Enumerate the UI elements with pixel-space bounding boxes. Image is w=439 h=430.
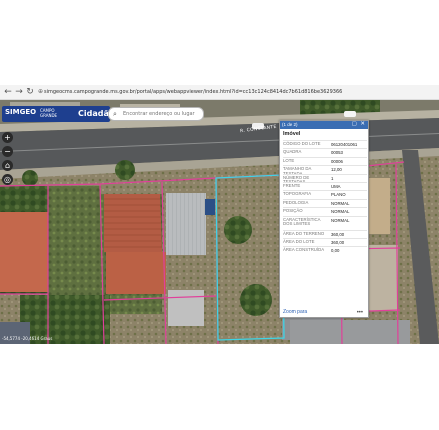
coordinates-readout: -54,5774 -20,4614 Graus — [2, 336, 53, 341]
browser-toolbar: ← → ↻ ⊕simgeocms.campogrande.ms.gov.br/p… — [0, 85, 439, 100]
shed-roof — [168, 290, 204, 326]
attribute-value: PLANO — [331, 192, 346, 198]
street-tree-2 — [22, 170, 38, 186]
attribute-value: 00006 — [331, 158, 343, 164]
attribute-value: 1 — [331, 175, 334, 181]
attribute-value: 0,00 — [331, 248, 340, 254]
blue-vehicle — [205, 199, 215, 215]
attribute-row: QUADRA 00053 — [283, 148, 367, 156]
attribute-key: PEDOLOGIA — [283, 199, 309, 205]
house-west — [0, 212, 48, 292]
locate-icon: ◎ — [4, 175, 11, 184]
attribute-key: ÁREA DO TERRENO — [283, 230, 325, 236]
attribute-key: CARACTERÍSTICA DOS LIMITES — [283, 216, 321, 227]
attribute-value: 06120401061 — [331, 142, 358, 147]
attribute-row: ÁREA DO TERRENO 360,00 — [283, 229, 367, 238]
attribute-row: ÁREA CONSTRUÍDA 0,00 — [283, 246, 367, 254]
feature-popup: (1 de 2) ▢ ✕ Imóvel CÓDIGO DO LOTE 061204… — [279, 120, 369, 318]
zoom-in-button[interactable]: + — [2, 132, 13, 143]
attribute-value: NORMAL — [331, 217, 350, 223]
lot-tree-2 — [240, 284, 272, 316]
more-actions-icon[interactable]: ••• — [357, 310, 363, 316]
map-footer: -54,5774 -20,4614 Graus — [0, 333, 439, 344]
zoom-out-button[interactable]: − — [2, 146, 13, 157]
attribute-value: NORMAL — [331, 209, 350, 215]
attribute-key: QUADRA — [283, 149, 302, 155]
attribute-key: LOTE — [283, 157, 295, 163]
search-icon[interactable]: ⌕ — [113, 108, 117, 120]
attribute-value: NORMAL — [331, 200, 350, 206]
popup-title: Imóvel — [283, 131, 301, 137]
attribute-key: POSIÇÃO — [283, 208, 303, 214]
house-roof-1 — [104, 194, 162, 252]
webapp-viewer: R. CONSTANTE SIMGEO CAMPO GRANDE Cidadão… — [0, 100, 439, 344]
map-canvas[interactable] — [0, 100, 439, 344]
attribute-row: LOTE 00006 — [283, 156, 367, 165]
attribute-row: ÁREA DO LOTE 360,00 — [283, 237, 367, 246]
attribute-row: TOPOGRAFIA PLANO — [283, 190, 367, 198]
reload-icon[interactable]: ↻ — [24, 86, 36, 98]
logo-text: SIMGEO — [5, 108, 37, 116]
attribute-row: TAMANHO DA TESTADA 12,00 — [283, 165, 367, 176]
attribute-value: UMA — [331, 183, 341, 189]
popup-header: (1 de 2) ▢ ✕ — [280, 121, 368, 129]
attribute-value: 360,00 — [331, 231, 345, 237]
attribute-key: ÁREA CONSTRUÍDA — [283, 247, 325, 253]
search-box[interactable]: ⌕ — [108, 107, 204, 121]
popup-window-controls[interactable]: ▢ ✕ — [352, 121, 366, 127]
home-icon: ⌂ — [4, 161, 11, 170]
address-bar[interactable]: ⊕simgeocms.campogrande.ms.gov.br/portal/… — [38, 87, 434, 97]
search-input[interactable] — [123, 109, 199, 118]
attribute-key: ÁREA DO LOTE — [283, 238, 315, 244]
attribute-row: POSIÇÃO NORMAL — [283, 207, 367, 215]
logo: SIMGEO CAMPO GRANDE Cidadão — [2, 106, 114, 122]
popup-pager[interactable]: (1 de 2) — [282, 122, 298, 127]
home-button[interactable]: ⌂ — [2, 160, 13, 171]
attribute-value: 00053 — [331, 150, 343, 156]
logo-sub: CAMPO GRANDE — [40, 108, 58, 118]
attribute-value: 360,00 — [331, 239, 345, 245]
metal-roof — [166, 193, 206, 255]
attribute-row: NÚMERO DE TESTADAS 1 — [283, 173, 367, 184]
attribute-table: CÓDIGO DO LOTE 06120401061 QUADRA 00053 LOTE… — [283, 140, 367, 255]
url-text: simgeocms.campogrande.ms.gov.br/portal/a… — [44, 89, 343, 95]
attribute-key: FRENTE — [283, 182, 301, 188]
attribute-key: TOPOGRAFIA — [283, 191, 312, 197]
house-right — [366, 178, 390, 234]
attribute-row: CÓDIGO DO LOTE 06120401061 — [283, 140, 367, 148]
attribute-row: PEDOLOGIA NORMAL — [283, 198, 367, 207]
house-roof-2 — [106, 252, 166, 294]
attribute-key: CÓDIGO DO LOTE — [283, 141, 321, 146]
locate-button[interactable]: ◎ — [2, 174, 13, 185]
app-header: SIMGEO CAMPO GRANDE Cidadão ⌕ — [0, 104, 439, 122]
zoom-to-link[interactable]: Zoom para — [283, 309, 307, 315]
street-tree-1 — [115, 160, 135, 180]
lot-tree-1 — [224, 216, 252, 244]
attribute-row: FRENTE UMA — [283, 181, 367, 190]
attribute-value: 12,00 — [331, 167, 342, 173]
attribute-row: CARACTERÍSTICA DOS LIMITES NORMAL — [283, 215, 367, 230]
